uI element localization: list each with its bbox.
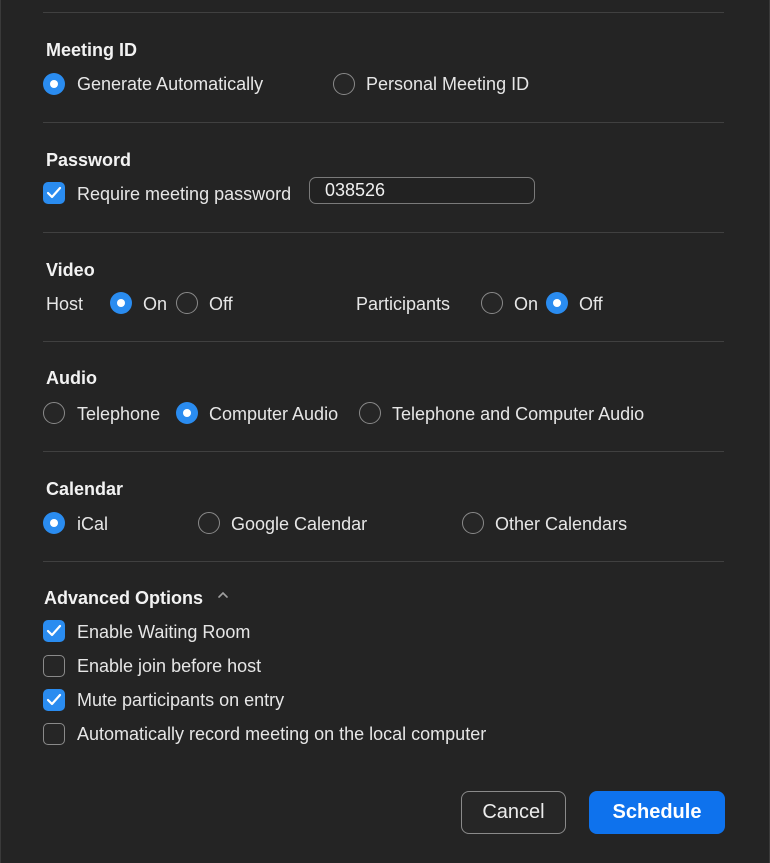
checkmark-icon — [46, 693, 62, 706]
checkmark-icon — [46, 624, 62, 637]
participants-video-on-label[interactable]: On — [514, 294, 538, 315]
ical-radio[interactable] — [43, 512, 65, 534]
enable-join-before-host-label[interactable]: Enable join before host — [77, 656, 261, 677]
host-video-on-radio[interactable] — [110, 292, 132, 314]
audio-heading: Audio — [46, 368, 97, 388]
divider — [43, 12, 724, 13]
divider — [43, 122, 724, 123]
host-video-on-label[interactable]: On — [143, 294, 167, 315]
participants-label: Participants — [356, 294, 451, 314]
computer-audio-label[interactable]: Computer Audio — [209, 404, 338, 425]
advanced-options-toggle[interactable]: Advanced Options — [44, 588, 203, 609]
require-password-label[interactable]: Require meeting password — [77, 184, 291, 205]
personal-meeting-id-label[interactable]: Personal Meeting ID — [366, 74, 529, 95]
telephone-radio[interactable] — [43, 402, 65, 424]
divider — [43, 341, 724, 342]
telephone-label[interactable]: Telephone — [77, 404, 160, 425]
generate-automatically-radio[interactable] — [43, 73, 65, 95]
google-calendar-label[interactable]: Google Calendar — [231, 514, 367, 535]
personal-meeting-id-radio[interactable] — [333, 73, 355, 95]
schedule-meeting-window: Meeting ID Generate Automatically Person… — [0, 0, 770, 863]
host-video-off-radio[interactable] — [176, 292, 198, 314]
chevron-up-icon[interactable] — [217, 590, 229, 600]
auto-record-label[interactable]: Automatically record meeting on the loca… — [77, 724, 486, 745]
host-video-off-label[interactable]: Off — [209, 294, 233, 315]
other-calendars-radio[interactable] — [462, 512, 484, 534]
google-calendar-radio[interactable] — [198, 512, 220, 534]
cancel-button[interactable]: Cancel — [461, 791, 566, 834]
telephone-and-computer-audio-label[interactable]: Telephone and Computer Audio — [392, 404, 644, 425]
auto-record-checkbox[interactable] — [43, 723, 65, 745]
telephone-and-computer-audio-radio[interactable] — [359, 402, 381, 424]
divider — [43, 232, 724, 233]
mute-participants-checkbox[interactable] — [43, 689, 65, 711]
calendar-heading: Calendar — [46, 479, 124, 499]
divider — [43, 451, 724, 452]
enable-waiting-room-checkbox[interactable] — [43, 620, 65, 642]
schedule-button[interactable]: Schedule — [589, 791, 725, 834]
participants-video-on-radio[interactable] — [481, 292, 503, 314]
password-heading: Password — [46, 150, 132, 170]
generate-automatically-label[interactable]: Generate Automatically — [77, 74, 263, 95]
mute-participants-label[interactable]: Mute participants on entry — [77, 690, 284, 711]
checkmark-icon — [46, 186, 62, 199]
divider — [43, 561, 724, 562]
host-label: Host — [46, 294, 84, 314]
ical-label[interactable]: iCal — [77, 514, 108, 535]
video-heading: Video — [46, 260, 95, 280]
password-field[interactable] — [309, 177, 535, 204]
other-calendars-label[interactable]: Other Calendars — [495, 514, 627, 535]
computer-audio-radio[interactable] — [176, 402, 198, 424]
enable-join-before-host-checkbox[interactable] — [43, 655, 65, 677]
enable-waiting-room-label[interactable]: Enable Waiting Room — [77, 622, 250, 643]
require-password-checkbox[interactable] — [43, 182, 65, 204]
meeting-id-heading: Meeting ID — [46, 40, 138, 60]
participants-video-off-label[interactable]: Off — [579, 294, 603, 315]
participants-video-off-radio[interactable] — [546, 292, 568, 314]
